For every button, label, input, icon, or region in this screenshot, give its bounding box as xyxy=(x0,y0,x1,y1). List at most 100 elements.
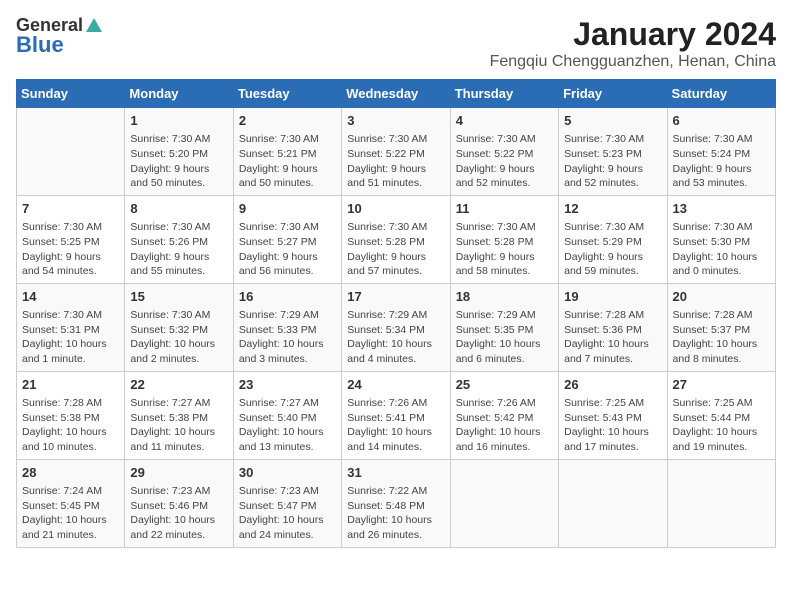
day-info: Sunrise: 7:30 AMSunset: 5:29 PMDaylight:… xyxy=(564,220,661,279)
day-number: 3 xyxy=(347,112,444,130)
calendar-week-row: 14Sunrise: 7:30 AMSunset: 5:31 PMDayligh… xyxy=(17,283,776,371)
logo-blue-text: Blue xyxy=(16,34,64,56)
calendar-day-cell: 13Sunrise: 7:30 AMSunset: 5:30 PMDayligh… xyxy=(667,195,775,283)
calendar-title: January 2024 xyxy=(490,16,776,53)
logo: General Blue xyxy=(16,16,103,56)
calendar-empty-cell xyxy=(559,459,667,547)
day-number: 16 xyxy=(239,288,336,306)
day-info: Sunrise: 7:25 AMSunset: 5:43 PMDaylight:… xyxy=(564,396,661,455)
day-info: Sunrise: 7:23 AMSunset: 5:46 PMDaylight:… xyxy=(130,484,227,543)
day-info: Sunrise: 7:30 AMSunset: 5:22 PMDaylight:… xyxy=(456,132,553,191)
calendar-day-cell: 2 Sunrise: 7:30 AMSunset: 5:21 PMDaylight… xyxy=(233,108,341,196)
calendar-empty-cell xyxy=(17,108,125,196)
day-info: Sunrise: 7:29 AMSunset: 5:34 PMDaylight:… xyxy=(347,308,444,367)
day-number: 5 xyxy=(564,112,661,130)
column-header-tuesday: Tuesday xyxy=(233,80,341,108)
day-number: 24 xyxy=(347,376,444,394)
day-number: 26 xyxy=(564,376,661,394)
day-number: 2 xyxy=(239,112,336,130)
calendar-day-cell: 29 Sunrise: 7:23 AMSunset: 5:46 PMDayligh… xyxy=(125,459,233,547)
day-info: Sunrise: 7:30 AMSunset: 5:28 PMDaylight:… xyxy=(456,220,553,279)
calendar-day-cell: 30Sunrise: 7:23 AMSunset: 5:47 PMDayligh… xyxy=(233,459,341,547)
calendar-week-row: 1 Sunrise: 7:30 AMSunset: 5:20 PMDaylight… xyxy=(17,108,776,196)
calendar-week-row: 28Sunrise: 7:24 AMSunset: 5:45 PMDayligh… xyxy=(17,459,776,547)
day-number: 25 xyxy=(456,376,553,394)
day-number: 21 xyxy=(22,376,119,394)
day-number: 10 xyxy=(347,200,444,218)
calendar-day-cell: 21 Sunrise: 7:28 AMSunset: 5:38 PMDayligh… xyxy=(17,371,125,459)
day-number: 7 xyxy=(22,200,119,218)
calendar-day-cell: 20 Sunrise: 7:28 AMSunset: 5:37 PMDayligh… xyxy=(667,283,775,371)
day-info: Sunrise: 7:30 AMSunset: 5:27 PMDaylight:… xyxy=(239,220,336,279)
calendar-day-cell: 10Sunrise: 7:30 AMSunset: 5:28 PMDayligh… xyxy=(342,195,450,283)
logo-triangle-icon xyxy=(85,16,103,34)
calendar-day-cell: 26 Sunrise: 7:25 AMSunset: 5:43 PMDayligh… xyxy=(559,371,667,459)
column-header-thursday: Thursday xyxy=(450,80,558,108)
day-number: 1 xyxy=(130,112,227,130)
day-info: Sunrise: 7:30 AMSunset: 5:22 PMDaylight:… xyxy=(347,132,444,191)
calendar-day-cell: 5 Sunrise: 7:30 AMSunset: 5:23 PMDaylight… xyxy=(559,108,667,196)
day-info: Sunrise: 7:23 AMSunset: 5:47 PMDaylight:… xyxy=(239,484,336,543)
calendar-day-cell: 19 Sunrise: 7:28 AMSunset: 5:36 PMDayligh… xyxy=(559,283,667,371)
day-info: Sunrise: 7:30 AMSunset: 5:21 PMDaylight:… xyxy=(239,132,336,191)
day-info: Sunrise: 7:30 AMSunset: 5:20 PMDaylight:… xyxy=(130,132,227,191)
day-number: 23 xyxy=(239,376,336,394)
calendar-day-cell: 22 Sunrise: 7:27 AMSunset: 5:38 PMDayligh… xyxy=(125,371,233,459)
day-info: Sunrise: 7:27 AMSunset: 5:40 PMDaylight:… xyxy=(239,396,336,455)
day-number: 19 xyxy=(564,288,661,306)
day-info: Sunrise: 7:27 AMSunset: 5:38 PMDaylight:… xyxy=(130,396,227,455)
day-info: Sunrise: 7:30 AMSunset: 5:30 PMDaylight:… xyxy=(673,220,770,279)
calendar-day-cell: 28Sunrise: 7:24 AMSunset: 5:45 PMDayligh… xyxy=(17,459,125,547)
calendar-day-cell: 24 Sunrise: 7:26 AMSunset: 5:41 PMDayligh… xyxy=(342,371,450,459)
day-info: Sunrise: 7:30 AMSunset: 5:26 PMDaylight:… xyxy=(130,220,227,279)
day-info: Sunrise: 7:22 AMSunset: 5:48 PMDaylight:… xyxy=(347,484,444,543)
calendar-header-row: SundayMondayTuesdayWednesdayThursdayFrid… xyxy=(17,80,776,108)
day-number: 6 xyxy=(673,112,770,130)
day-number: 15 xyxy=(130,288,227,306)
day-number: 17 xyxy=(347,288,444,306)
day-number: 20 xyxy=(673,288,770,306)
day-number: 18 xyxy=(456,288,553,306)
calendar-day-cell: 7 Sunrise: 7:30 AMSunset: 5:25 PMDaylight… xyxy=(17,195,125,283)
page-header: General Blue January 2024 Fengqiu Chengg… xyxy=(16,16,776,71)
day-info: Sunrise: 7:28 AMSunset: 5:38 PMDaylight:… xyxy=(22,396,119,455)
column-header-sunday: Sunday xyxy=(17,80,125,108)
day-info: Sunrise: 7:25 AMSunset: 5:44 PMDaylight:… xyxy=(673,396,770,455)
calendar-body: 1 Sunrise: 7:30 AMSunset: 5:20 PMDaylight… xyxy=(17,108,776,548)
calendar-day-cell: 4 Sunrise: 7:30 AMSunset: 5:22 PMDaylight… xyxy=(450,108,558,196)
calendar-day-cell: 15Sunrise: 7:30 AMSunset: 5:32 PMDayligh… xyxy=(125,283,233,371)
column-header-saturday: Saturday xyxy=(667,80,775,108)
calendar-day-cell: 16 Sunrise: 7:29 AMSunset: 5:33 PMDayligh… xyxy=(233,283,341,371)
calendar-subtitle: Fengqiu Chengguanzhen, Henan, China xyxy=(490,53,776,71)
day-info: Sunrise: 7:30 AMSunset: 5:24 PMDaylight:… xyxy=(673,132,770,191)
day-number: 12 xyxy=(564,200,661,218)
calendar-day-cell: 14Sunrise: 7:30 AMSunset: 5:31 PMDayligh… xyxy=(17,283,125,371)
day-info: Sunrise: 7:29 AMSunset: 5:33 PMDaylight:… xyxy=(239,308,336,367)
day-number: 31 xyxy=(347,464,444,482)
day-info: Sunrise: 7:28 AMSunset: 5:36 PMDaylight:… xyxy=(564,308,661,367)
calendar-day-cell: 25 Sunrise: 7:26 AMSunset: 5:42 PMDayligh… xyxy=(450,371,558,459)
day-number: 9 xyxy=(239,200,336,218)
day-number: 27 xyxy=(673,376,770,394)
day-info: Sunrise: 7:30 AMSunset: 5:25 PMDaylight:… xyxy=(22,220,119,279)
day-info: Sunrise: 7:26 AMSunset: 5:42 PMDaylight:… xyxy=(456,396,553,455)
day-number: 28 xyxy=(22,464,119,482)
column-header-wednesday: Wednesday xyxy=(342,80,450,108)
day-info: Sunrise: 7:28 AMSunset: 5:37 PMDaylight:… xyxy=(673,308,770,367)
day-info: Sunrise: 7:30 AMSunset: 5:23 PMDaylight:… xyxy=(564,132,661,191)
calendar-week-row: 21 Sunrise: 7:28 AMSunset: 5:38 PMDayligh… xyxy=(17,371,776,459)
day-info: Sunrise: 7:26 AMSunset: 5:41 PMDaylight:… xyxy=(347,396,444,455)
calendar-day-cell: 17 Sunrise: 7:29 AMSunset: 5:34 PMDayligh… xyxy=(342,283,450,371)
calendar-day-cell: 3 Sunrise: 7:30 AMSunset: 5:22 PMDaylight… xyxy=(342,108,450,196)
calendar-empty-cell xyxy=(450,459,558,547)
calendar-day-cell: 23 Sunrise: 7:27 AMSunset: 5:40 PMDayligh… xyxy=(233,371,341,459)
calendar-table: SundayMondayTuesdayWednesdayThursdayFrid… xyxy=(16,79,776,548)
calendar-day-cell: 1 Sunrise: 7:30 AMSunset: 5:20 PMDaylight… xyxy=(125,108,233,196)
day-number: 22 xyxy=(130,376,227,394)
calendar-day-cell: 18Sunrise: 7:29 AMSunset: 5:35 PMDayligh… xyxy=(450,283,558,371)
day-number: 8 xyxy=(130,200,227,218)
calendar-header: SundayMondayTuesdayWednesdayThursdayFrid… xyxy=(17,80,776,108)
day-number: 29 xyxy=(130,464,227,482)
day-number: 4 xyxy=(456,112,553,130)
column-header-friday: Friday xyxy=(559,80,667,108)
